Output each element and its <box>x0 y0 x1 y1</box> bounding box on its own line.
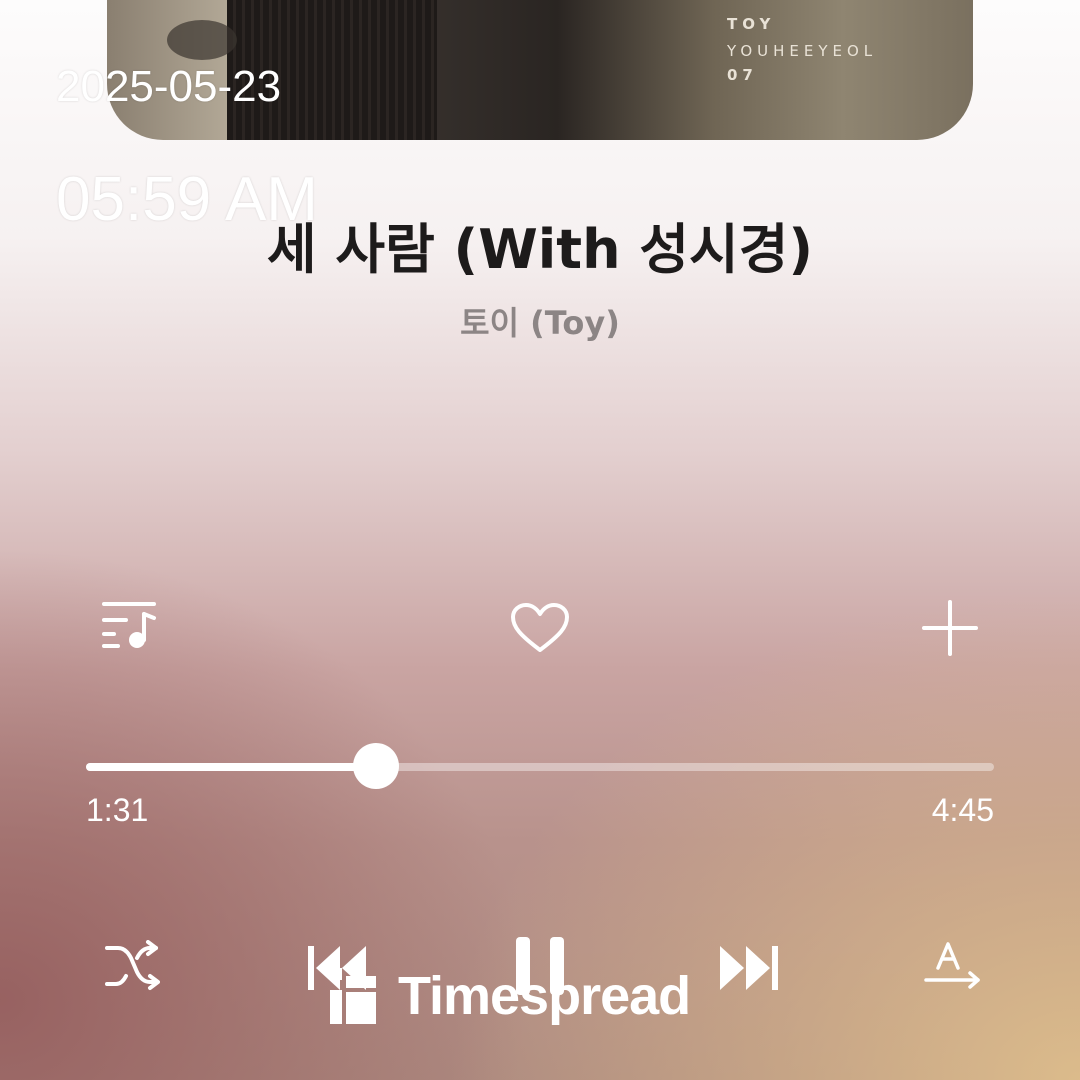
plus-icon[interactable] <box>922 600 978 660</box>
album-cover-name-text: YOUHEEYEOL <box>727 42 878 60</box>
watermark-text: Timespread <box>398 966 691 1026</box>
elapsed-time: 1:31 <box>86 792 149 828</box>
watermark: Timespread <box>330 966 691 1026</box>
seek-bar-thumb[interactable] <box>352 743 399 789</box>
album-cover-texture <box>167 20 237 60</box>
seek-bar-progress <box>86 763 376 771</box>
timestamp-date: 2025-05-23 <box>56 62 282 111</box>
queue-music-icon[interactable] <box>100 600 160 656</box>
translate-lyrics-icon[interactable] <box>924 940 982 1000</box>
seek-bar[interactable] <box>86 743 994 789</box>
background-gradient <box>0 0 1080 1080</box>
skip-next-icon[interactable] <box>716 942 780 998</box>
album-cover-artist-text: TOY <box>727 15 776 33</box>
shuffle-icon[interactable] <box>104 940 160 1000</box>
heart-outline-icon[interactable] <box>510 602 570 658</box>
total-time: 4:45 <box>931 792 994 828</box>
watermark-logo-icon <box>330 968 376 1024</box>
track-artist[interactable]: 토이 (Toy) <box>0 298 1080 344</box>
timestamp-time: 05:59 AM <box>56 165 318 234</box>
album-cover-number-text: 07 <box>727 66 758 84</box>
